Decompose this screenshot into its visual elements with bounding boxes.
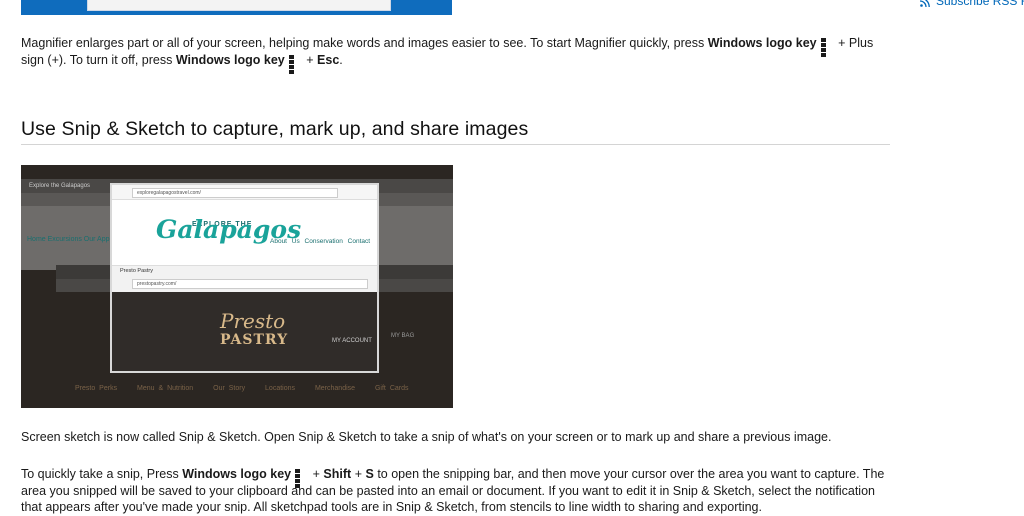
previous-article-image (21, 0, 452, 15)
pastry-bottom-nav: Presto Perks Menu & Nutrition Our Story … (75, 385, 425, 392)
rss-icon (919, 0, 930, 7)
my-account-link: MY ACCOUNT (332, 338, 372, 344)
plus-text: + (306, 52, 314, 67)
heading-divider (21, 144, 890, 145)
selected-urlbar: exploregalapagostravel.com/ (112, 185, 377, 200)
browser-tab-galapagos: Explore the Galapagos (29, 183, 91, 189)
presto-logo-script: Presto (220, 309, 286, 333)
nav-presto-perks: Presto Perks (75, 385, 118, 392)
rss-label: Subscribe RSS F (936, 0, 1024, 8)
instructions-intro-text: To quickly take a snip, Press (21, 467, 179, 481)
selected-url-pastry: prestopastry.com/ (132, 279, 368, 289)
shift-key-text: Shift (323, 467, 352, 481)
windows-logo-icon-2 (288, 54, 300, 74)
magnifier-paragraph: Magnifier enlarges part or all of your s… (21, 35, 891, 74)
period-text: . (339, 52, 343, 67)
plus-text-2: + (312, 467, 320, 481)
windows-logo-key-text: Windows logo key (707, 36, 817, 50)
snip-instructions-paragraph: To quickly take a snip, Press Windows lo… (21, 466, 891, 516)
snip-selection-area: exploregalapagostravel.com/ EXPLORE THE … (110, 183, 379, 373)
my-bag-link: MY BAG (391, 333, 415, 339)
snip-sketch-intro-paragraph: Screen sketch is now called Snip & Sketc… (21, 430, 832, 444)
windows-logo-icon-3 (295, 469, 306, 488)
nav-our-story: Our Story (213, 385, 246, 392)
galapagos-nav-right: About Us Conservation Contact (270, 238, 371, 245)
presto-logo-word: PASTRY (220, 332, 289, 348)
selected-url-galapagos: exploregalapagostravel.com/ (132, 188, 338, 198)
subscribe-rss-link[interactable]: Subscribe RSS F (919, 0, 1024, 8)
browser-tab-pastry: Presto Pastry (120, 268, 154, 274)
section-heading: Use Snip & Sketch to capture, mark up, a… (21, 118, 529, 140)
pastry-browser-bar: Presto Pastry prestopastry.com/ (112, 265, 377, 293)
s-key-text: S (365, 467, 374, 481)
esc-key-text: Esc (317, 52, 340, 67)
nav-gift-cards: Gift Cards (374, 385, 409, 392)
windows-logo-key-text-2: Windows logo key (175, 52, 285, 67)
pastry-header: Presto PASTRY MY ACCOUNT (112, 292, 377, 371)
magnifier-intro-text: Magnifier enlarges part or all of your s… (21, 36, 705, 50)
snip-sketch-screenshot: Explore the Galapagos Home Excursions Ou… (21, 165, 453, 408)
previous-article-image-inner (87, 0, 391, 11)
nav-locations: Locations (265, 385, 295, 392)
nav-merchandise: Merchandise (314, 385, 356, 392)
windows-logo-key-text-3: Windows logo key (182, 467, 292, 481)
nav-menu-nutrition: Menu & Nutrition (137, 385, 194, 392)
windows-logo-icon (820, 38, 832, 57)
plus-text-3: + (354, 467, 362, 481)
